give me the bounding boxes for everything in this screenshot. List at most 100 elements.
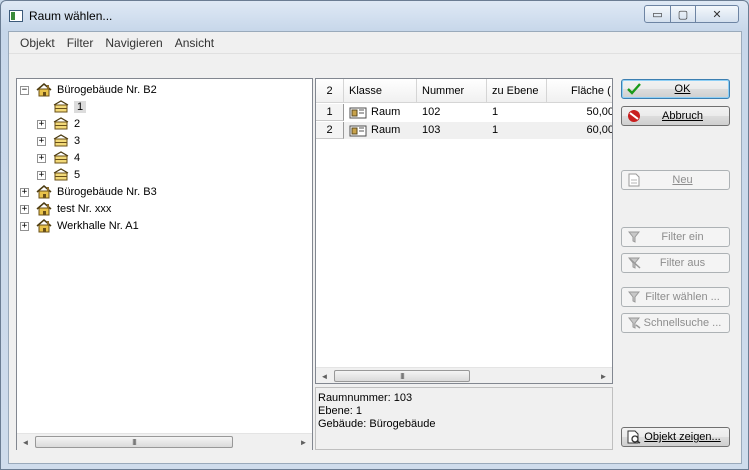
row-number: 2: [316, 122, 344, 139]
floor-icon: [53, 117, 69, 131]
ok-button[interactable]: OK: [621, 79, 730, 99]
menu-filter[interactable]: Filter: [61, 32, 100, 54]
column-header-klasse[interactable]: Klasse: [344, 79, 417, 103]
floor-icon: [53, 100, 69, 114]
building-icon: [36, 83, 52, 97]
objekt-zeigen-label: Objekt zeigen...: [644, 431, 721, 443]
tree-node-label: Werkhalle Nr. A1: [57, 220, 139, 232]
tree-node[interactable]: +5: [37, 167, 80, 183]
expand-icon[interactable]: +: [20, 204, 29, 214]
cell-klasse-text: Raum: [371, 124, 401, 136]
tree-node[interactable]: +2: [37, 116, 80, 132]
column-header-nummer[interactable]: Nummer: [417, 79, 487, 103]
neu-button[interactable]: Neu: [621, 170, 730, 190]
tree-node-label: 2: [74, 118, 81, 130]
grid-header: 2 Klasse Nummer zu Ebene Fläche ( m: [316, 79, 612, 103]
minimize-icon: ▭: [652, 8, 663, 21]
neu-label: Neu: [672, 174, 693, 186]
scroll-right-icon[interactable]: ►: [595, 368, 612, 383]
cell-ebene: 1: [492, 124, 499, 136]
cell-nummer: 102: [422, 106, 441, 118]
raumnummer-info: Raumnummer: 103: [318, 392, 413, 404]
scroll-thumb[interactable]: III: [334, 370, 470, 382]
floor-icon: [53, 168, 69, 182]
menu-objekt[interactable]: Objekt: [14, 32, 61, 54]
expand-icon[interactable]: +: [20, 221, 29, 231]
building-icon: [36, 185, 52, 199]
building-icon: [36, 202, 52, 216]
abbruch-button[interactable]: Abbruch: [621, 106, 730, 126]
tree-node-label: test Nr. xxx: [57, 203, 112, 215]
window-title: Raum wählen...: [29, 9, 113, 23]
minimize-button[interactable]: ▭: [644, 5, 671, 23]
column-header-ebene[interactable]: zu Ebene: [487, 79, 547, 103]
tree-node-label: 4: [74, 152, 81, 164]
menu-ansicht[interactable]: Ansicht: [169, 32, 220, 54]
tree-node[interactable]: +3: [37, 133, 80, 149]
filter-aus-label: Filter aus: [659, 257, 706, 269]
floor-icon: [53, 134, 69, 148]
object-tree[interactable]: − Bürogebäude Nr. B2 1 +2 +3 +4 +5 + Bürogebäude…: [16, 78, 313, 450]
cell-klasse: Raum: [344, 122, 417, 139]
ebene-info: Ebene: 1: [318, 405, 363, 417]
tree-node[interactable]: + Bürogebäude Nr. B3: [20, 184, 157, 200]
cell-ebene: 1: [492, 106, 499, 118]
scroll-left-icon[interactable]: ◄: [316, 368, 333, 383]
details-panel: Raumnummer: 103 Ebene: 1 Gebäude: Büroge…: [315, 387, 613, 450]
schnellsuche-button[interactable]: Schnellsuche ...: [621, 313, 730, 333]
scroll-left-icon[interactable]: ◄: [17, 434, 34, 450]
tree-horizontal-scrollbar[interactable]: ◄ III ►: [17, 433, 312, 450]
filter-ein-button[interactable]: Filter ein: [621, 227, 730, 247]
tree-node-label: 3: [74, 135, 81, 147]
room-grid[interactable]: 2 Klasse Nummer zu Ebene Fläche ( m 1 Ra…: [315, 78, 613, 384]
objekt-zeigen-button[interactable]: Objekt zeigen...: [621, 427, 730, 447]
filter-waehlen-label: Filter wählen ...: [645, 291, 720, 303]
title-bar[interactable]: Raum wählen... ▭ ▢ ✕: [1, 1, 748, 31]
maximize-icon: ▢: [677, 8, 689, 21]
expand-icon[interactable]: +: [37, 170, 46, 180]
tree-node[interactable]: + Werkhalle Nr. A1: [20, 218, 139, 234]
filter-aus-button[interactable]: Filter aus: [621, 253, 730, 273]
quick-search-icon: [626, 315, 642, 331]
filter-waehlen-button[interactable]: Filter wählen ...: [621, 287, 730, 307]
filter-select-icon: [626, 289, 642, 305]
expand-icon[interactable]: +: [37, 136, 46, 146]
row-number: 1: [316, 104, 344, 121]
grid-horizontal-scrollbar[interactable]: ◄ III ►: [316, 367, 612, 383]
tree-node[interactable]: + test Nr. xxx: [20, 201, 111, 217]
dialog-client: Objekt Filter Navigieren Ansicht − Büroge…: [8, 31, 742, 464]
table-row-selected[interactable]: 2 Raum 103 1 60,00: [316, 122, 613, 139]
cell-flaeche: 60,00: [586, 124, 613, 136]
tree-node-label: 5: [74, 169, 81, 181]
cell-klasse-text: Raum: [371, 106, 401, 118]
tree-node[interactable]: +4: [37, 150, 80, 166]
expand-icon[interactable]: +: [20, 187, 29, 197]
row-count-header: 2: [316, 79, 344, 103]
tree-node-label: 1: [74, 101, 87, 113]
new-document-icon: [626, 172, 642, 188]
tree-node-label: Bürogebäude Nr. B2: [57, 84, 157, 96]
scroll-right-icon[interactable]: ►: [295, 434, 312, 450]
table-row[interactable]: 1 Raum 102 1 50,00: [316, 104, 612, 121]
close-button[interactable]: ✕: [695, 5, 739, 23]
building-icon: [36, 219, 52, 233]
expand-icon[interactable]: +: [37, 153, 46, 163]
scroll-thumb[interactable]: III: [35, 436, 233, 448]
close-icon: ✕: [712, 8, 722, 21]
filter-ein-label: Filter ein: [661, 231, 704, 243]
cancel-icon: [626, 108, 642, 124]
tree-node[interactable]: − Bürogebäude Nr. B2: [20, 82, 157, 98]
show-object-icon: [626, 429, 642, 445]
collapse-icon[interactable]: −: [20, 85, 29, 95]
expand-icon[interactable]: +: [37, 119, 46, 129]
ok-label: OK: [674, 83, 691, 95]
maximize-button[interactable]: ▢: [670, 5, 696, 23]
checkmark-icon: [626, 81, 642, 97]
filter-off-icon: [626, 255, 642, 271]
cell-klasse: Raum: [344, 104, 417, 121]
menu-navigieren[interactable]: Navigieren: [99, 32, 168, 54]
tree-node-label: Bürogebäude Nr. B3: [57, 186, 157, 198]
column-header-flaeche[interactable]: Fläche ( m: [547, 79, 612, 103]
tree-node[interactable]: 1: [37, 99, 87, 115]
floor-icon: [53, 151, 69, 165]
